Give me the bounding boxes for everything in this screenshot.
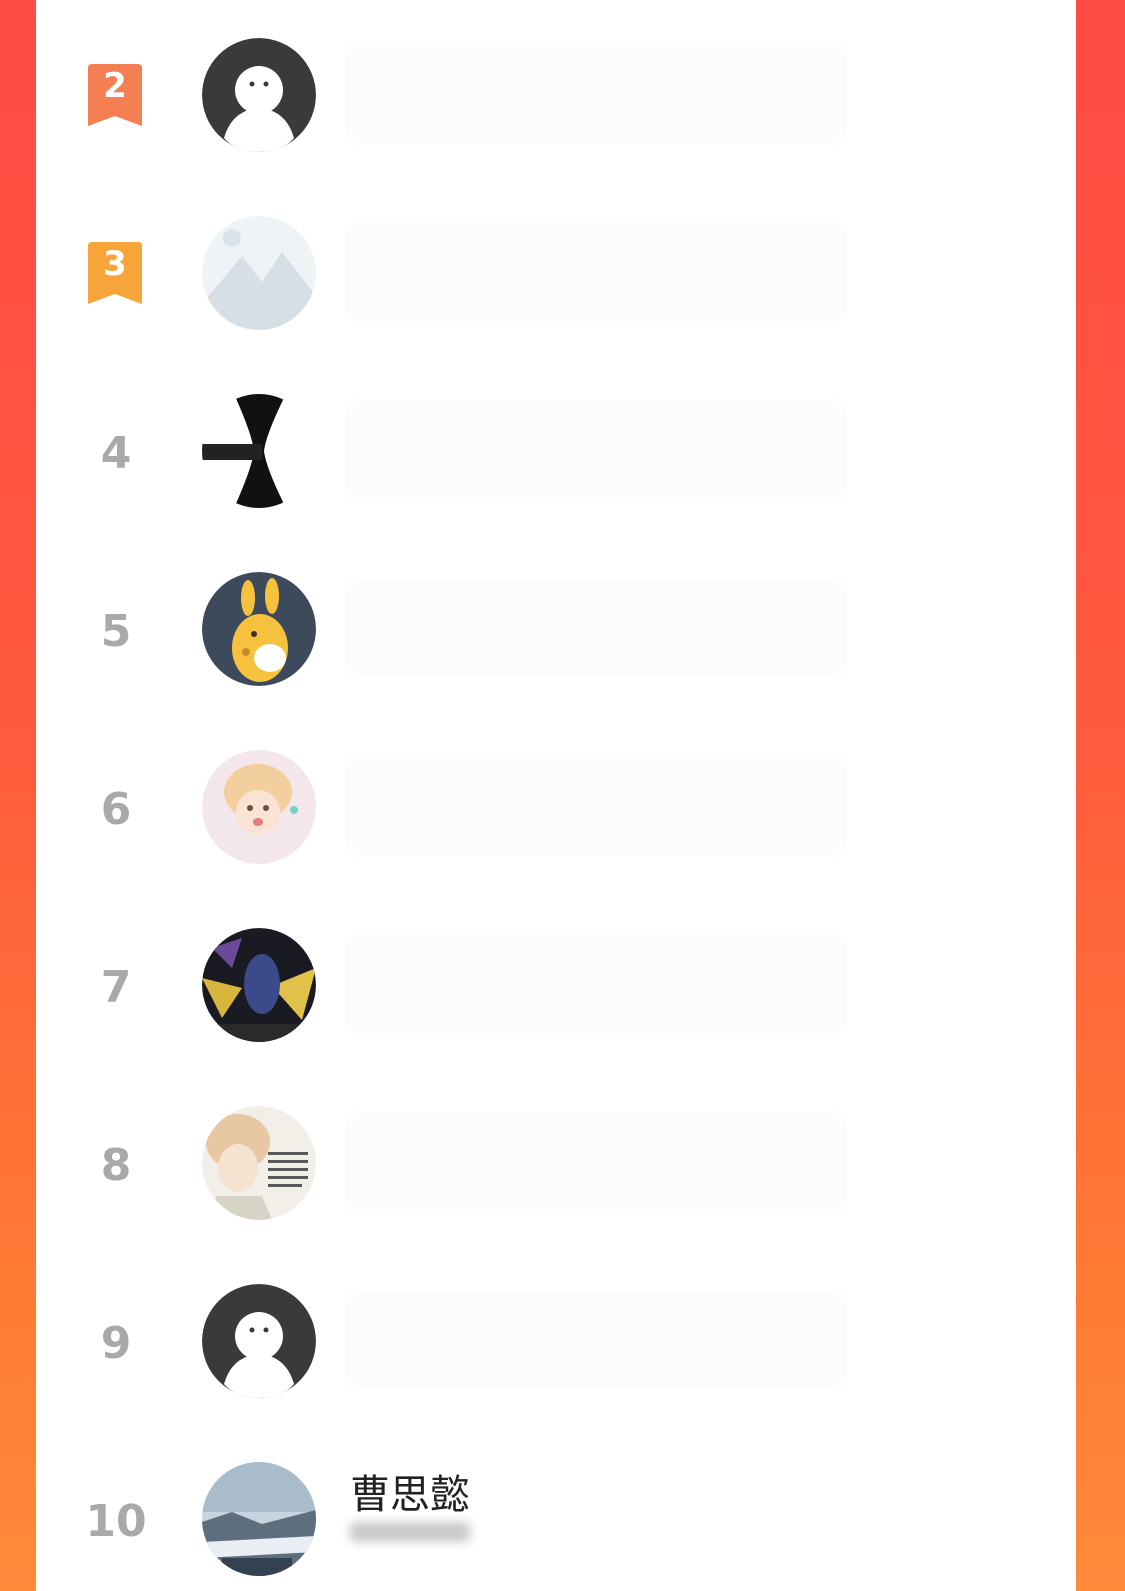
rank-number: 10: [85, 1495, 147, 1547]
rank-number: 4: [100, 427, 132, 479]
list-item[interactable]: 6: [36, 720, 1076, 898]
rank-number: 7: [100, 961, 132, 1013]
list-item[interactable]: 4: [36, 364, 1076, 542]
avatar[interactable]: [202, 572, 316, 686]
username-placeholder: [346, 46, 846, 142]
username-placeholder: [346, 936, 846, 1032]
username-placeholder: [346, 1292, 846, 1388]
list-item[interactable]: 5: [36, 542, 1076, 720]
ranking-list: 2 3 4 5 6 7 8 9 10 曹思懿: [36, 0, 1076, 1591]
rank-number: 2: [103, 66, 127, 106]
avatar[interactable]: [202, 38, 316, 152]
avatar[interactable]: [202, 1284, 316, 1398]
list-item[interactable]: 9: [36, 1254, 1076, 1432]
avatar[interactable]: [202, 394, 316, 508]
list-item[interactable]: 10 曹思懿: [36, 1432, 1076, 1591]
list-item[interactable]: 2: [36, 8, 1076, 186]
list-item[interactable]: 7: [36, 898, 1076, 1076]
rank-number: 8: [100, 1139, 132, 1191]
username-placeholder: [346, 1114, 846, 1210]
rank-number: 3: [103, 244, 127, 284]
avatar[interactable]: [202, 1462, 316, 1576]
rank-badge: 3: [84, 242, 146, 306]
username-placeholder: [346, 402, 846, 498]
username-placeholder: [346, 224, 846, 320]
list-item[interactable]: 3: [36, 186, 1076, 364]
list-item[interactable]: 8: [36, 1076, 1076, 1254]
avatar[interactable]: [202, 928, 316, 1042]
username[interactable]: 曹思懿: [350, 1462, 470, 1520]
rank-number: 5: [100, 605, 132, 657]
rank-number: 6: [100, 783, 132, 835]
rank-number: 9: [100, 1317, 132, 1369]
avatar[interactable]: [202, 750, 316, 864]
avatar[interactable]: [202, 1106, 316, 1220]
user-subtitle-placeholder: [350, 1522, 470, 1542]
avatar[interactable]: [202, 216, 316, 330]
username-placeholder: [346, 758, 846, 854]
rank-badge: 2: [84, 64, 146, 128]
username-placeholder: [346, 580, 846, 676]
